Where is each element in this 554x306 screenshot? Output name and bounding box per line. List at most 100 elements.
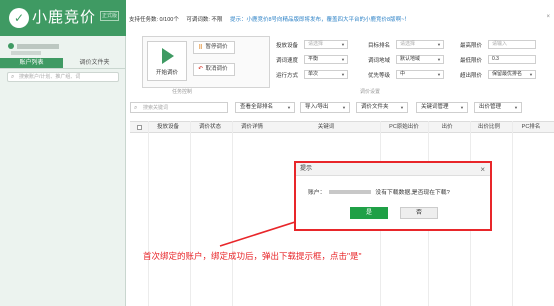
tab-adjust-folder[interactable]: 调价文件夹 — [63, 58, 126, 68]
chevron-down-icon: ▼ — [529, 72, 533, 77]
search-icon: ⌕ — [134, 105, 138, 111]
setting-label: 运行方式 — [276, 72, 299, 79]
dialog-message: 账户： 没有下载数据,是否现在下载? — [308, 187, 450, 196]
start-adjust-button[interactable]: 开始调价 — [147, 41, 187, 81]
input-value: 0.3 — [492, 56, 499, 62]
close-icon[interactable]: × — [480, 163, 485, 176]
priority-select[interactable]: 中 ▼ — [396, 70, 444, 79]
keyword-manage-button[interactable]: 关键词管理 ▼ — [416, 102, 468, 113]
setting-region: 调词地域 默认地域 ▼ — [368, 55, 444, 64]
adjust-word-limit: 可调词数: 不限 — [186, 17, 223, 23]
button-label: 导入/导出 — [305, 104, 329, 110]
status-bar: 支持任务数: 0/100个 可调词数: 不限 提示：小鹿竞价8号向精品版即将发布… — [129, 15, 416, 23]
speed-select[interactable]: 平衡 ▼ — [304, 55, 348, 64]
col-status[interactable]: 调价状态 — [192, 122, 228, 133]
chevron-down-icon: ▼ — [400, 105, 404, 110]
select-value: 中 — [400, 71, 406, 77]
message-prefix: 账户： — [308, 190, 326, 196]
col-bid-ratio[interactable]: 出价比例 — [472, 122, 506, 133]
sidebar: ✓ 小鹿竞价 正式版 账户列表 调价文件夹 ⌕ 搜索账户/计划、推广组、词 — [0, 0, 126, 306]
current-account[interactable] — [8, 41, 59, 51]
logo-text: 小鹿竞价 — [32, 9, 97, 26]
col-bid[interactable]: 出价 — [430, 122, 464, 133]
dialog-header: 提示 × — [296, 163, 490, 176]
view-all-rank-button[interactable]: 查看全部排名 ▼ — [235, 102, 295, 113]
pause-adjust-button[interactable]: || 暂停调价 — [193, 41, 235, 54]
task-control-panel: 开始调价 || 暂停调价 ↶ 取消调价 — [142, 36, 270, 88]
adjust-folder-button[interactable]: 调价文件夹 ▼ — [356, 102, 408, 113]
sidebar-tabs: 账户列表 调价文件夹 — [0, 58, 126, 69]
select-value: 请选择 — [308, 41, 324, 47]
chevron-down-icon: ▼ — [514, 105, 518, 110]
chevron-down-icon: ▼ — [437, 57, 441, 62]
edition-badge: 正式版 — [100, 11, 120, 21]
chevron-down-icon: ▼ — [437, 72, 441, 77]
yes-button[interactable]: 是 — [350, 207, 388, 219]
chevron-down-icon: ▼ — [437, 42, 441, 47]
col-pc-original-bid[interactable]: PC原始出价 — [384, 122, 424, 133]
sidebar-search-input[interactable]: ⌕ 搜索账户/计划、推广组、词 — [7, 72, 119, 82]
start-adjust-label: 开始调价 — [155, 70, 178, 76]
chevron-down-icon: ▼ — [342, 105, 346, 110]
message-suffix: 没有下载数据,是否现在下载? — [375, 190, 450, 196]
cancel-adjust-button[interactable]: ↶ 取消调价 — [193, 63, 235, 76]
task-count: 支持任务数: 0/100个 — [129, 17, 179, 23]
keyword-search-placeholder: 搜索关键词 — [143, 105, 169, 111]
close-notice-icon[interactable]: × — [546, 14, 550, 20]
target-rank-select[interactable]: 请选择 ▼ — [396, 40, 444, 49]
setting-label: 超出限价 — [460, 72, 483, 79]
download-prompt-dialog: 提示 × 账户： 没有下载数据,是否现在下载? 是 否 — [294, 161, 492, 231]
setting-label: 优先等级 — [368, 72, 391, 79]
run-mode-select[interactable]: 单次 ▼ — [304, 70, 348, 79]
column-divider — [148, 121, 149, 306]
button-label: 查看全部排名 — [240, 104, 274, 110]
user-icon — [8, 43, 14, 49]
over-limit-select[interactable]: 保留最优排名 ▼ — [488, 70, 536, 79]
cancel-adjust-label: 取消调价 — [205, 66, 228, 72]
setting-label: 投放设备 — [276, 42, 299, 49]
table-header: 投放设备 调价状态 调价详情 关键词 PC原始出价 出价 出价比例 PC排名 — [130, 121, 554, 133]
chevron-down-icon: ▼ — [460, 105, 464, 110]
tab-account-list[interactable]: 账户列表 — [0, 58, 63, 68]
play-icon — [162, 48, 174, 64]
select-value: 默认地域 — [400, 56, 421, 62]
toolbar: ⌕ 搜索关键词 查看全部排名 ▼ 导入/导出 ▼ 调价文件夹 ▼ 关键词管理 ▼ 出价管… — [130, 100, 554, 116]
import-export-button[interactable]: 导入/导出 ▼ — [300, 102, 350, 113]
col-device[interactable]: 投放设备 — [150, 122, 186, 133]
setting-label: 调词速度 — [276, 57, 299, 64]
select-value: 保留最优排名 — [492, 71, 523, 77]
chevron-down-icon: ▼ — [341, 42, 345, 47]
setting-min-price: 最低限价 0.3 — [460, 55, 536, 64]
col-pc-rank[interactable]: PC排名 — [514, 122, 548, 133]
setting-speed: 调词速度 平衡 ▼ — [276, 55, 348, 64]
adjust-settings-panel: 投放设备 请选择 ▼ 调词速度 平衡 ▼ 运行方式 单次 ▼ 目标排名 请选择 ▼ 调词… — [276, 36, 554, 88]
notice-link[interactable]: 提示：小鹿竞价8号向精品版即将发布，覆盖四大平台的小鹿竞价8版啊~！ — [230, 17, 410, 23]
pause-adjust-label: 暂停调价 — [205, 44, 228, 50]
no-button[interactable]: 否 — [400, 207, 438, 219]
task-control-caption: 任务控制 — [172, 89, 193, 95]
select-value: 请选择 — [400, 41, 416, 47]
input-value: 请输入 — [492, 41, 508, 47]
setting-max-price: 最高限价 请输入 — [460, 40, 536, 49]
min-price-input[interactable]: 0.3 — [488, 55, 536, 64]
setting-priority: 优先等级 中 ▼ — [368, 70, 444, 79]
select-all-checkbox[interactable] — [137, 125, 142, 130]
search-icon: ⌕ — [11, 74, 15, 80]
device-select[interactable]: 请选择 ▼ — [304, 40, 348, 49]
select-value: 单次 — [308, 71, 319, 77]
setting-label: 调词地域 — [368, 57, 391, 64]
chevron-down-icon: ▼ — [341, 57, 345, 62]
undo-icon: ↶ — [198, 66, 203, 72]
col-detail[interactable]: 调价详情 — [234, 122, 270, 133]
dialog-title: 提示 — [300, 166, 313, 172]
setting-label: 最高限价 — [460, 42, 483, 49]
account-subtitle-redacted — [11, 51, 41, 55]
keyword-search-input[interactable]: ⌕ 搜索关键词 — [130, 102, 228, 113]
region-select[interactable]: 默认地域 ▼ — [396, 55, 444, 64]
bid-manage-button[interactable]: 出价管理 ▼ — [474, 102, 522, 113]
column-divider — [232, 121, 233, 306]
setting-device: 投放设备 请选择 ▼ — [276, 40, 348, 49]
max-price-input[interactable]: 请输入 — [488, 40, 536, 49]
col-keyword[interactable]: 关键词 — [306, 122, 346, 133]
button-label: 调价文件夹 — [361, 104, 389, 110]
